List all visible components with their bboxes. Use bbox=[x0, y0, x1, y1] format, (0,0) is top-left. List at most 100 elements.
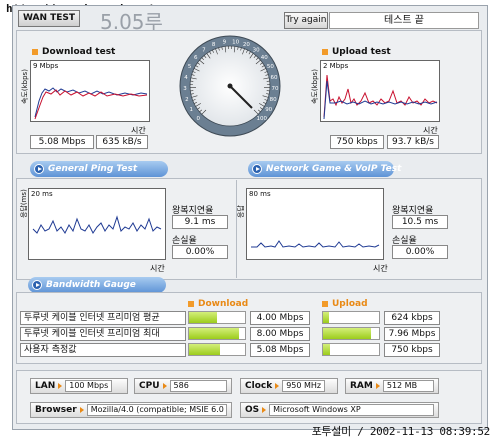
lan-info: LAN 100 Mbps bbox=[30, 378, 128, 394]
lan-label: LAN bbox=[35, 381, 56, 391]
gauge-tick-label: 9 bbox=[223, 39, 227, 45]
download-bar-value: 4.00 Mbps bbox=[250, 311, 310, 325]
os-value: Microsoft Windows XP bbox=[269, 404, 434, 416]
gauge-tick-label: 2 bbox=[185, 97, 189, 103]
bandwidth-row-name: 두루넷 케이블 인터넷 프리미엄 평균 bbox=[20, 311, 186, 325]
ram-label: RAM bbox=[350, 381, 373, 391]
game-graph: 80 ms bbox=[246, 188, 384, 260]
gauge-tick-label: 50 bbox=[267, 64, 274, 70]
upload-bar-value: 750 kbps bbox=[384, 343, 440, 357]
browser-info: Browser Mozilla/4.0 (compatible; MSIE 6.… bbox=[30, 402, 232, 418]
arrow-right-icon bbox=[375, 383, 380, 389]
arrow-right-icon bbox=[262, 407, 267, 413]
gauge-tick-label: 60 bbox=[271, 75, 278, 81]
download-bar-value: 8.00 Mbps bbox=[250, 327, 310, 341]
upload-curve bbox=[323, 74, 438, 120]
gauge-tick-label: 80 bbox=[270, 97, 277, 103]
general-ping-test-banner[interactable]: General Ping Test bbox=[30, 161, 168, 177]
arrow-circle-icon bbox=[252, 164, 262, 174]
gauge-tick-label: 70 bbox=[272, 86, 279, 92]
gauge-tick-label: 40 bbox=[261, 55, 268, 61]
arrow-right-icon bbox=[162, 383, 167, 389]
upload-bar-fill bbox=[323, 344, 330, 355]
orange-bullet-icon bbox=[32, 49, 38, 55]
arrow-right-icon bbox=[79, 407, 84, 413]
game-loss-value: 0.00% bbox=[392, 245, 448, 259]
status-field: 테스트 끝 bbox=[329, 12, 479, 29]
os-info: OS Microsoft Windows XP bbox=[240, 402, 439, 418]
upload-bar-fill bbox=[323, 328, 371, 339]
ram-value: 512 MB bbox=[382, 380, 434, 392]
game-curve bbox=[251, 240, 380, 248]
gauge-tick-label: 6 bbox=[194, 55, 198, 61]
lan-value: 100 Mbps bbox=[65, 380, 113, 392]
download-speed-mbps: 5.08 Mbps bbox=[30, 135, 94, 149]
wan-test-tab[interactable]: WAN TEST bbox=[18, 10, 80, 27]
download-bar-value: 5.08 Mbps bbox=[250, 343, 310, 357]
upload-speed-kbs: 93.7 kB/s bbox=[387, 135, 439, 149]
gauge-tick-label: 0 bbox=[196, 116, 200, 122]
orange-bullet-icon bbox=[322, 301, 328, 307]
gauge-tick-label: 20 bbox=[243, 42, 250, 48]
ping-loss-value: 0.00% bbox=[172, 245, 228, 259]
upload-bar-value: 7.96 Mbps bbox=[384, 327, 440, 341]
gauge-tick-label: 8 bbox=[212, 42, 216, 48]
upload-speed-kbps: 750 kbps bbox=[330, 135, 384, 149]
bandwidth-gauge-banner[interactable]: Bandwidth Gauge bbox=[28, 277, 166, 293]
orange-bullet-icon bbox=[188, 301, 194, 307]
download-y-axis-label: 속도(kbps) bbox=[21, 69, 29, 104]
arrow-right-icon bbox=[275, 383, 280, 389]
clock-value: 950 MHz bbox=[282, 380, 326, 392]
gauge-tick-label: 90 bbox=[265, 107, 272, 113]
ping-banner-label: General Ping Test bbox=[48, 164, 138, 174]
upload-bar bbox=[322, 343, 380, 356]
network-game-voip-banner[interactable]: Network Game & VoIP Test bbox=[248, 161, 401, 177]
download-header-text: Download bbox=[198, 299, 249, 309]
bandwidth-row-name: 사용자 측정값 bbox=[20, 343, 186, 357]
upload-test-title: Upload test bbox=[322, 47, 391, 57]
ping-rtt-value: 9.1 ms bbox=[172, 215, 228, 229]
upload-bar-value: 624 kbps bbox=[384, 311, 440, 325]
gauge-tick-label: 30 bbox=[253, 47, 260, 53]
game-rtt-value: 10.5 ms bbox=[392, 215, 448, 229]
ram-info: RAM 512 MB bbox=[345, 378, 439, 394]
game-y-axis-label: 응답 bbox=[237, 205, 245, 218]
game-x-axis-label: 시간 bbox=[373, 264, 388, 273]
bandwidth-banner-label: Bandwidth Gauge bbox=[46, 280, 136, 290]
download-curve bbox=[34, 87, 148, 120]
try-again-button[interactable]: Try again bbox=[284, 12, 328, 29]
download-bar-fill bbox=[189, 328, 240, 339]
upload-bar bbox=[322, 311, 380, 324]
download-graph: 9 Mbps bbox=[30, 60, 150, 122]
ping-x-axis-label: 시간 bbox=[150, 264, 165, 273]
download-bar bbox=[188, 311, 246, 324]
browser-label: Browser bbox=[35, 405, 77, 415]
download-test-title: Download test bbox=[32, 47, 115, 57]
gauge-tick-label: 7 bbox=[202, 47, 206, 53]
arrow-circle-icon bbox=[34, 164, 44, 174]
download-bar bbox=[188, 343, 246, 356]
upload-y-axis-label: 속도(kbps) bbox=[311, 69, 319, 104]
gauge-tick-label: 3 bbox=[183, 86, 187, 92]
ping-curve bbox=[32, 215, 162, 234]
bandwidth-upload-header: Upload bbox=[322, 299, 368, 309]
gauge-tick-label: 5 bbox=[188, 64, 192, 70]
panel-divider bbox=[236, 180, 237, 278]
download-bar bbox=[188, 327, 246, 340]
upload-header-text: Upload bbox=[332, 299, 368, 309]
clock-label: Clock bbox=[245, 381, 273, 391]
cpu-label: CPU bbox=[139, 381, 160, 391]
speed-gauge: 012 3 45678 9 10 203040 50 60 70 80 90 100 bbox=[179, 35, 281, 137]
ping-graph: 20 ms bbox=[28, 188, 166, 260]
upload-bar-fill bbox=[323, 312, 329, 323]
browser-value: Mozilla/4.0 (compatible; MSIE 6.0 bbox=[86, 404, 227, 416]
upload-graph: 2 Mbps bbox=[320, 60, 440, 122]
game-banner-label: Network Game & VoIP Test bbox=[266, 164, 402, 174]
orange-bullet-icon bbox=[322, 49, 328, 55]
bandwidth-download-header: Download bbox=[188, 299, 248, 309]
arrow-circle-icon bbox=[32, 280, 42, 290]
gauge-tick-label: 10 bbox=[232, 39, 239, 45]
download-bar-fill bbox=[189, 344, 220, 355]
cpu-info: CPU 586 bbox=[134, 378, 232, 394]
upload-title-text: Upload test bbox=[332, 47, 391, 57]
